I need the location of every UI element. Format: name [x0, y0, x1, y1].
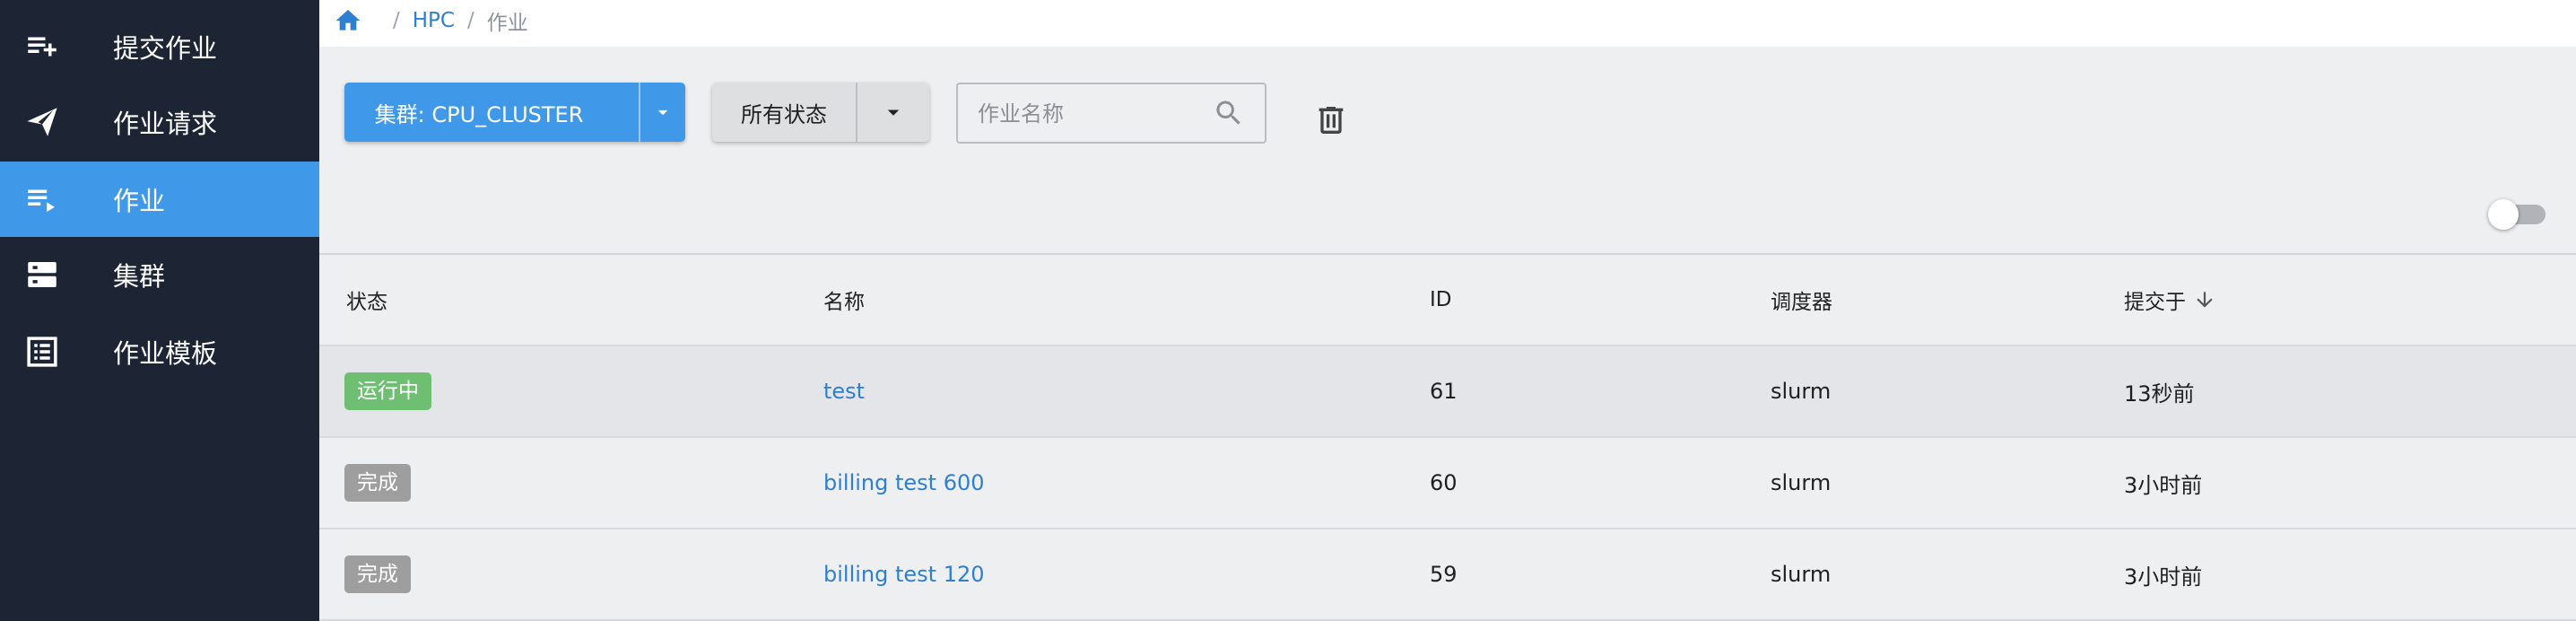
breadcrumb-separator: /	[393, 9, 400, 32]
job-name-search-input[interactable]	[976, 84, 1213, 144]
job-submitted: 3小时前	[2124, 564, 2203, 590]
job-scheduler: slurm	[1771, 562, 1832, 587]
breadcrumb-separator: /	[466, 9, 474, 32]
sidebar-item-label: 提交作业	[113, 33, 218, 64]
column-header-id[interactable]: ID	[1430, 255, 1452, 345]
job-id: 59	[1430, 562, 1458, 587]
job-scheduler: slurm	[1771, 470, 1832, 495]
sidebar-item-job-templates[interactable]: 作业模板	[0, 314, 319, 389]
sidebar-item-label: 作业模板	[113, 338, 218, 369]
playlist-play-icon	[28, 189, 55, 212]
playlist-add-icon	[28, 37, 57, 57]
status-badge: 完成	[344, 464, 411, 502]
column-header-name[interactable]: 名称	[823, 255, 865, 345]
job-submitted: 13秒前	[2124, 380, 2195, 407]
server-icon	[28, 262, 57, 287]
column-header-submitted-label: 提交于	[2124, 291, 2186, 314]
job-scheduler: slurm	[1771, 379, 1832, 404]
cluster-select-label[interactable]: 集群: CPU_CLUSTER	[344, 83, 614, 142]
arrow-down-icon[interactable]	[2193, 288, 2216, 311]
home-icon[interactable]	[334, 6, 362, 35]
sidebar-item-label: 作业	[113, 186, 166, 216]
job-id: 61	[1430, 379, 1458, 404]
breadcrumb-bar: / HPC / 作业	[319, 0, 2576, 47]
table-row[interactable]: 完成 billing test 600 60 slurm 3小时前	[319, 436, 2576, 528]
table-row[interactable]: 运行中 test 61 slurm 13秒前	[319, 345, 2576, 436]
status-cell: 完成	[344, 529, 411, 619]
delete-icon[interactable]	[1313, 101, 1349, 140]
column-header-status[interactable]: 状态	[346, 255, 387, 345]
job-name-link[interactable]: test	[823, 346, 865, 436]
send-icon	[27, 108, 57, 136]
status-dropdown-toggle[interactable]	[857, 83, 929, 142]
status-filter-button[interactable]: 所有状态	[712, 83, 929, 142]
sidebar-item-job-requests[interactable]: 作业请求	[0, 84, 319, 160]
search-icon[interactable]	[1213, 97, 1245, 129]
status-badge: 运行中	[344, 372, 431, 410]
table-header: 状态 名称 ID 调度器 提交于	[319, 255, 2576, 345]
sidebar-item-label: 作业请求	[113, 109, 218, 139]
breadcrumb: / HPC / 作业	[334, 5, 528, 36]
breadcrumb-hpc-link[interactable]: HPC	[413, 9, 455, 32]
main-content: / HPC / 作业 集群: CPU_CLUSTER 所有状态 作业名称 状态 …	[319, 0, 2576, 621]
breadcrumb-current: 作业	[486, 12, 528, 35]
toggle-knob	[2488, 199, 2519, 230]
list-alt-icon	[27, 337, 57, 367]
sidebar-item-clusters[interactable]: 集群	[0, 237, 319, 312]
job-name-link[interactable]: billing test 600	[823, 438, 985, 528]
caret-down-icon	[887, 109, 900, 116]
column-header-submitted[interactable]: 提交于	[2124, 255, 2216, 345]
status-cell: 运行中	[344, 346, 431, 436]
sidebar-item-jobs[interactable]: 作业	[0, 162, 319, 237]
job-name-link[interactable]: billing test 120	[823, 529, 985, 619]
job-name-search	[956, 83, 1266, 144]
table-row[interactable]: 完成 billing test 120 59 slurm 3小时前	[319, 528, 2576, 619]
cluster-select-button[interactable]: 集群: CPU_CLUSTER	[344, 83, 685, 142]
status-cell: 完成	[344, 438, 411, 528]
cluster-dropdown-toggle[interactable]	[640, 83, 685, 142]
column-header-scheduler[interactable]: 调度器	[1771, 255, 1832, 345]
auto-refresh-toggle[interactable]	[2488, 199, 2547, 230]
job-id: 60	[1430, 470, 1458, 495]
status-badge: 完成	[344, 555, 411, 593]
status-filter-label[interactable]: 所有状态	[712, 83, 856, 142]
sidebar-item-label: 集群	[113, 261, 166, 292]
caret-down-icon	[657, 109, 668, 116]
sidebar-item-submit-job[interactable]: 提交作业	[0, 9, 319, 84]
job-submitted: 3小时前	[2124, 472, 2203, 498]
sidebar: 提交作业 作业请求 作业 集群 作业模板	[0, 0, 319, 621]
